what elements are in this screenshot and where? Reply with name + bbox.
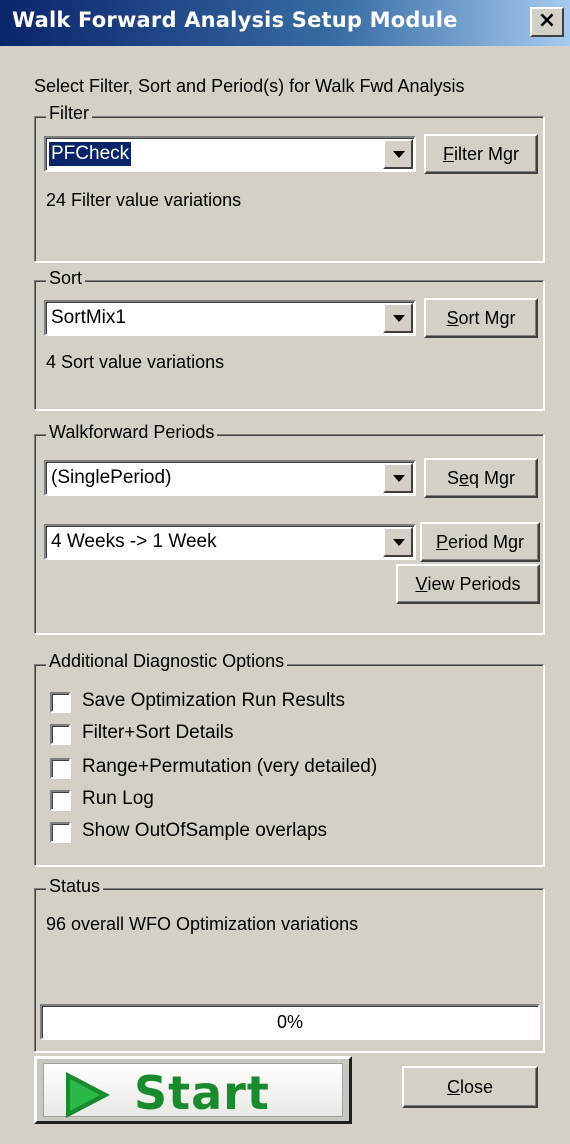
- wfa-setup-window: Walk Forward Analysis Setup Module × Sel…: [0, 0, 570, 1144]
- window-title: Walk Forward Analysis Setup Module: [12, 8, 458, 32]
- close-label: lose: [459, 1076, 494, 1097]
- sequence-manager-label-end: q Mgr: [469, 467, 516, 488]
- sort-manager-access-key: S: [446, 307, 459, 328]
- filter-manager-access-key: F: [442, 143, 454, 164]
- period-manager-button[interactable]: Period Mgr: [420, 522, 540, 562]
- close-button[interactable]: Close: [402, 1066, 538, 1108]
- sequence-manager-label-start: S: [446, 467, 459, 488]
- progress-bar: 0%: [40, 1004, 540, 1040]
- title-bar[interactable]: Walk Forward Analysis Setup Module ×: [0, 0, 570, 46]
- filter-group-legend: Filter: [46, 103, 92, 124]
- range-permutation-label: Range+Permutation (very detailed): [82, 756, 378, 777]
- filter-sort-details-label: Filter+Sort Details: [82, 722, 234, 743]
- sequence-manager-access-key: e: [458, 467, 469, 488]
- sequence-select[interactable]: (SinglePeriod): [44, 460, 416, 496]
- status-legend: Status: [46, 876, 104, 897]
- period-dropdown-arrow-icon[interactable]: [383, 527, 413, 557]
- close-access-key: C: [446, 1076, 460, 1097]
- sort-select[interactable]: SortMix1: [44, 300, 416, 336]
- sort-manager-label: ort Mgr: [458, 307, 516, 328]
- filter-sort-details-checkbox[interactable]: [50, 724, 71, 745]
- sort-manager-button[interactable]: Sort Mgr: [424, 298, 538, 338]
- save-run-results-label: Save Optimization Run Results: [82, 690, 345, 711]
- diagnostics-legend: Additional Diagnostic Options: [46, 651, 288, 672]
- save-run-results-checkbox[interactable]: [50, 692, 71, 713]
- range-permutation-checkbox[interactable]: [50, 758, 71, 779]
- period-manager-access-key: P: [435, 531, 448, 552]
- filter-select[interactable]: PFCheck: [44, 136, 416, 172]
- start-button-label: Start: [134, 1066, 270, 1120]
- filter-manager-label: ilter Mgr: [453, 143, 519, 164]
- sort-dropdown-arrow-icon[interactable]: [383, 303, 413, 333]
- filter-variations-text: 24 Filter value variations: [46, 190, 242, 210]
- status-message: 96 overall WFO Optimization variations: [46, 914, 359, 934]
- sequence-manager-button[interactable]: Seq Mgr: [424, 458, 538, 498]
- sort-variations-text: 4 Sort value variations: [46, 352, 225, 372]
- start-button-face: Start: [43, 1063, 343, 1120]
- oos-overlaps-label: Show OutOfSample overlaps: [82, 820, 328, 841]
- sort-select-value: SortMix1: [51, 307, 126, 328]
- window-close-button[interactable]: ×: [530, 7, 564, 37]
- view-periods-label: iew Periods: [427, 573, 521, 594]
- view-periods-button[interactable]: View Periods: [396, 564, 540, 604]
- period-manager-label: eriod Mgr: [447, 531, 525, 552]
- run-log-checkbox[interactable]: [50, 790, 71, 811]
- start-button[interactable]: Start: [34, 1056, 352, 1124]
- oos-overlaps-checkbox[interactable]: [50, 822, 71, 843]
- sequence-select-value: (SinglePeriod): [51, 467, 172, 488]
- walkforward-periods-legend: Walkforward Periods: [46, 422, 218, 443]
- sort-group-legend: Sort: [46, 268, 86, 289]
- period-select-value: 4 Weeks -> 1 Week: [51, 531, 217, 552]
- play-icon-highlight: [70, 1079, 100, 1111]
- progress-text: 0%: [276, 1012, 303, 1032]
- instructions-text: Select Filter, Sort and Period(s) for Wa…: [34, 76, 465, 96]
- sequence-dropdown-arrow-icon[interactable]: [383, 463, 413, 493]
- filter-select-value: PFCheck: [49, 142, 132, 166]
- run-log-label: Run Log: [82, 788, 154, 809]
- view-periods-access-key: V: [415, 573, 428, 594]
- filter-manager-button[interactable]: Filter Mgr: [424, 134, 538, 174]
- period-select[interactable]: 4 Weeks -> 1 Week: [44, 524, 416, 560]
- filter-dropdown-arrow-icon[interactable]: [383, 139, 413, 169]
